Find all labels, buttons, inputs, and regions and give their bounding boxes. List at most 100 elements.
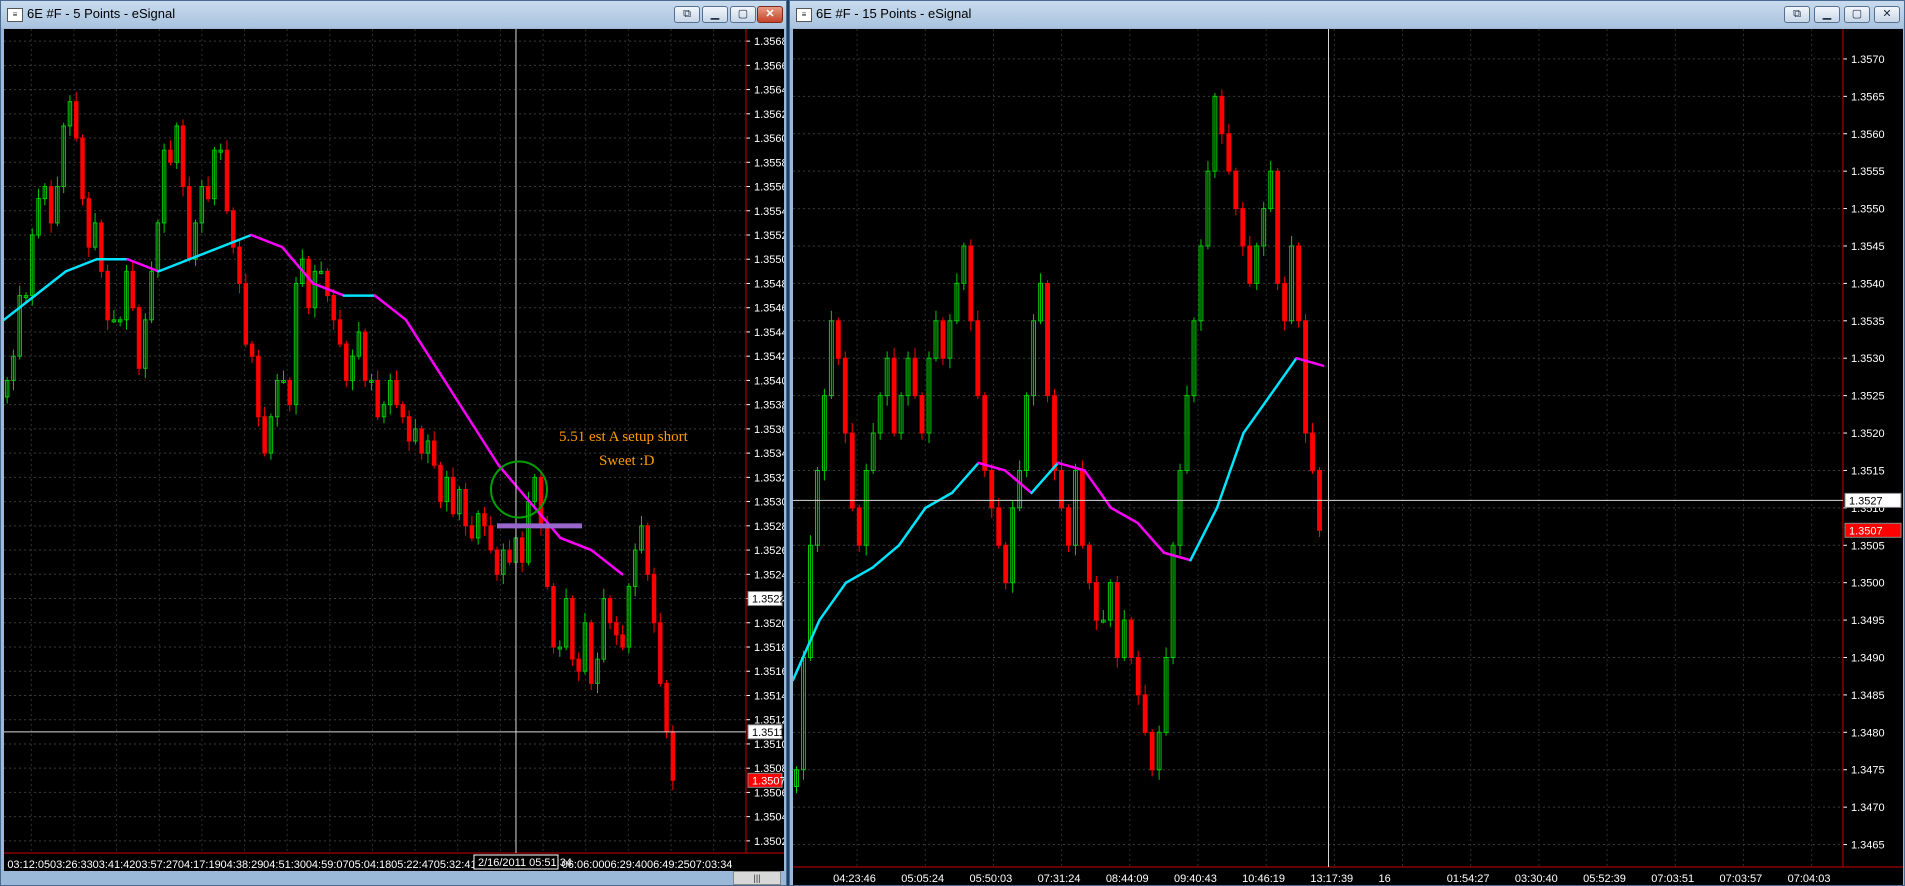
- candle-down: [1086, 544, 1092, 584]
- candle-down: [1079, 469, 1085, 546]
- candle-down: [576, 658, 581, 672]
- y-tick-label: 1.3520: [754, 618, 784, 630]
- y-tick-label: 1.3524: [754, 569, 784, 581]
- maximize-button[interactable]: ▢: [1844, 6, 1870, 23]
- candle-down: [488, 525, 493, 551]
- y-tick-label: 1.3532: [754, 472, 784, 484]
- maximize-button[interactable]: ▢: [730, 6, 756, 23]
- y-tick-label: 1.3560: [754, 133, 784, 145]
- candle-down: [982, 395, 988, 471]
- y-tick-label: 1.3525: [1851, 391, 1885, 403]
- candle-down: [394, 379, 399, 406]
- y-tick-label: 1.3502: [754, 836, 784, 848]
- y-tick-label: 1.3475: [1851, 765, 1885, 777]
- x-tick-label: 04:17:19: [178, 859, 221, 871]
- title-bar[interactable]: ≡ 6E #F - 5 Points - eSignal ⧉ ▁ ▢ ✕: [1, 1, 786, 28]
- y-tick-label: 1.3506: [754, 787, 784, 799]
- candle-down: [645, 525, 650, 575]
- x-tick-label: 05:50:03: [969, 873, 1012, 885]
- y-tick-label: 1.3544: [754, 327, 784, 339]
- candle-down: [1247, 245, 1253, 284]
- candle-down: [651, 573, 657, 624]
- chart-app-icon: ≡: [796, 8, 812, 22]
- y-tick-label: 1.3550: [1851, 204, 1885, 216]
- candle-down: [620, 634, 625, 648]
- y-tick-label: 1.3530: [754, 497, 784, 509]
- y-tick-label: 1.3504: [754, 812, 784, 824]
- chart-window-15-points[interactable]: ≡ 6E #F - 15 Points - eSignal ⧉ ▁ ▢ ✕ 1.…: [789, 0, 1905, 886]
- y-tick-label: 1.3554: [754, 206, 784, 218]
- x-tick-label: 09:40:43: [1174, 873, 1217, 885]
- candle-down: [431, 440, 437, 466]
- setup-annotation-line1: 5.51 est A setup short: [559, 429, 689, 445]
- title-bar[interactable]: ≡ 6E #F - 15 Points - eSignal ⧉ ▁ ▢ ✕: [790, 1, 1904, 28]
- candle-down: [1240, 208, 1246, 247]
- close-button[interactable]: ✕: [1874, 6, 1900, 23]
- candle-down: [570, 598, 575, 660]
- x-tick-label: 08:44:09: [1106, 873, 1149, 885]
- candle-down: [187, 186, 192, 260]
- y-tick-label: 1.3535: [1851, 316, 1885, 328]
- x-tick-label: 01:54:27: [1447, 873, 1490, 885]
- candle-down: [614, 622, 619, 636]
- x-tick-label: 07:31:24: [1038, 873, 1081, 885]
- candle-down: [362, 331, 368, 381]
- x-tick-label: 03:30:40: [1515, 873, 1558, 885]
- y-tick-label: 1.3514: [754, 690, 784, 702]
- x-tick-label: 06:29:40: [604, 859, 647, 871]
- candle-down: [1114, 582, 1120, 659]
- price-chart[interactable]: 1.3568 1.3566 1.3564 1.3562 1.3560 1.3558 1.35…: [4, 29, 784, 871]
- price-chart-pane[interactable]: 1.3570 1.3565 1.3560 1.3555 1.3550 1.3545 1.35…: [793, 29, 1903, 885]
- y-tick-label: 1.3562: [754, 109, 784, 121]
- candle-down: [996, 507, 1002, 546]
- x-tick-label: 05:52:39: [1583, 873, 1626, 885]
- candle-down: [337, 319, 343, 345]
- candle-down: [1003, 544, 1009, 584]
- candle-down: [168, 149, 173, 163]
- candle-down: [325, 270, 330, 297]
- y-tick-label: 1.3485: [1851, 690, 1885, 702]
- candle-down: [545, 525, 550, 587]
- x-tick-label: 05:22:47: [391, 859, 434, 871]
- price-chart-pane[interactable]: 1.3568 1.3566 1.3564 1.3562 1.3560 1.3558 1.35…: [4, 29, 784, 871]
- candle-down: [1093, 582, 1099, 621]
- x-tick-label: 07:03:57: [1719, 873, 1762, 885]
- y-tick-label: 1.3515: [1851, 465, 1885, 477]
- candle-down: [482, 513, 487, 527]
- candle-down: [1149, 731, 1155, 771]
- x-tick-label: 03:26:33: [50, 859, 93, 871]
- candle-down: [658, 622, 663, 684]
- close-button[interactable]: ✕: [757, 6, 783, 23]
- candle-down: [607, 598, 613, 624]
- y-tick-label: 1.3560: [1851, 129, 1885, 141]
- y-tick-label: 1.3530: [1851, 353, 1885, 365]
- candle-down: [664, 682, 669, 733]
- y-tick-label: 1.3470: [1851, 802, 1885, 814]
- restore-linked-button[interactable]: ⧉: [674, 6, 700, 23]
- window-title: 6E #F - 5 Points - eSignal: [27, 6, 176, 21]
- candle-down: [344, 343, 349, 381]
- cursor-price-label: 1.3527: [1849, 495, 1883, 507]
- x-tick-label: 05:05:24: [901, 873, 944, 885]
- minimize-button[interactable]: ▁: [1814, 6, 1840, 23]
- x-tick-label: 03:41:42: [93, 859, 136, 871]
- chart-window-5-points[interactable]: ≡ 6E #F - 5 Points - eSignal ⧉ ▁ ▢ ✕ 1.3…: [0, 0, 787, 886]
- candle-down: [469, 525, 475, 539]
- minimize-button[interactable]: ▁: [702, 6, 728, 23]
- candle-down: [306, 258, 311, 309]
- candle-down: [1128, 619, 1134, 659]
- candle-down: [450, 476, 456, 515]
- candle-down: [73, 101, 79, 139]
- restore-linked-button[interactable]: ⧉: [1784, 6, 1810, 23]
- chart-scrollbar[interactable]: |||: [733, 871, 781, 885]
- candle-down: [835, 320, 841, 359]
- price-chart[interactable]: 1.3570 1.3565 1.3560 1.3555 1.3550 1.3545 1.35…: [793, 29, 1903, 885]
- last-price-label: 1.3507: [752, 775, 784, 787]
- candle-down: [670, 731, 676, 781]
- candle-down: [989, 469, 995, 509]
- x-tick-label: 16: [1379, 873, 1391, 885]
- x-tick-label: 06:49:25: [647, 859, 690, 871]
- x-tick-label: 04:38:29: [221, 859, 264, 871]
- y-tick-label: 1.3516: [754, 666, 784, 678]
- candle-down: [1142, 694, 1148, 733]
